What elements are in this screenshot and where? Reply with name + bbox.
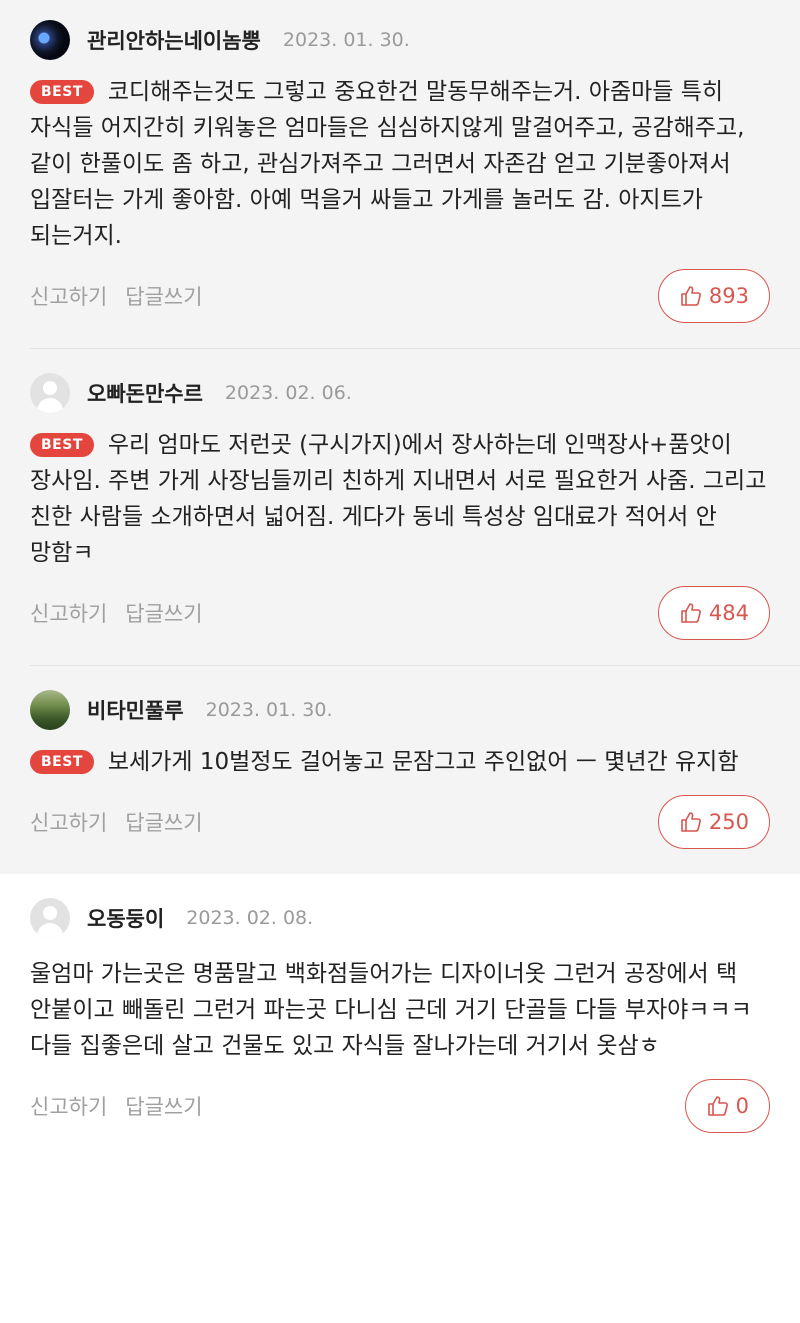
- comment-item: 오동둥이 2023. 02. 08. 울엄마 가는곳은 명품말고 백화점들어가는…: [0, 874, 800, 1158]
- like-button[interactable]: 484: [657, 586, 770, 640]
- thumbs-up-icon: [681, 603, 701, 623]
- comment-list: 관리안하는네이놈뿡 2023. 01. 30. BEST 코디해주는것도 그렇고 …: [0, 0, 800, 1158]
- nickname[interactable]: 관리안하는네이놈뿡: [87, 25, 261, 55]
- like-button[interactable]: 0: [684, 1079, 770, 1133]
- best-comments-section: 관리안하는네이놈뿡 2023. 01. 30. BEST 코디해주는것도 그렇고 …: [0, 0, 800, 874]
- best-badge: BEST: [30, 80, 94, 104]
- comment-item: 비타민풀루 2023. 01. 30. BEST 보세가게 10벌정도 걸어놓고 …: [0, 665, 800, 874]
- comment-date: 2023. 01. 30.: [205, 699, 333, 721]
- comment-date: 2023. 02. 08.: [186, 907, 314, 929]
- avatar[interactable]: [30, 20, 70, 60]
- best-badge: BEST: [30, 750, 94, 774]
- avatar[interactable]: [30, 898, 70, 938]
- report-button[interactable]: 신고하기: [30, 1091, 107, 1121]
- comment-item: 오빠돈만수르 2023. 02. 06. BEST 우리 엄마도 저런곳 (구시가…: [0, 348, 800, 665]
- reply-button[interactable]: 답글쓰기: [125, 1091, 202, 1121]
- avatar[interactable]: [30, 690, 70, 730]
- best-badge: BEST: [30, 433, 94, 457]
- nickname[interactable]: 오빠돈만수르: [87, 378, 203, 408]
- comment-date: 2023. 01. 30.: [282, 29, 410, 51]
- report-button[interactable]: 신고하기: [30, 281, 107, 311]
- nickname[interactable]: 비타민풀루: [87, 695, 184, 725]
- comment-date: 2023. 02. 06.: [224, 382, 352, 404]
- like-button[interactable]: 250: [657, 795, 770, 849]
- comment-body: BEST 우리 엄마도 저런곳 (구시가지)에서 장사하는데 인맥장사+품앗이 장…: [30, 427, 770, 571]
- like-count: 250: [708, 810, 749, 834]
- nickname[interactable]: 오동둥이: [87, 903, 164, 933]
- like-button[interactable]: 893: [657, 269, 770, 323]
- like-count: 484: [708, 601, 749, 625]
- thumbs-up-icon: [681, 286, 701, 306]
- like-count: 0: [735, 1094, 749, 1118]
- like-count: 893: [708, 284, 749, 308]
- thumbs-up-icon: [707, 1096, 728, 1116]
- reply-button[interactable]: 답글쓰기: [125, 598, 202, 628]
- comment-body: BEST 코디해주는것도 그렇고 중요한건 말동무해주는거. 아줌마들 특히 자식…: [30, 74, 770, 254]
- report-button[interactable]: 신고하기: [30, 598, 107, 628]
- thumbs-up-icon: [681, 812, 701, 832]
- comment-item: 관리안하는네이놈뿡 2023. 01. 30. BEST 코디해주는것도 그렇고 …: [0, 0, 800, 348]
- reply-button[interactable]: 답글쓰기: [125, 281, 202, 311]
- comment-text: 우리 엄마도 저런곳 (구시가지)에서 장사하는데 인맥장사+품앗이 장사임. …: [30, 432, 767, 566]
- comments-section: 오동둥이 2023. 02. 08. 울엄마 가는곳은 명품말고 백화점들어가는…: [0, 874, 800, 1158]
- reply-button[interactable]: 답글쓰기: [125, 807, 202, 837]
- avatar[interactable]: [30, 373, 70, 413]
- comment-text: 코디해주는것도 그렇고 중요한건 말동무해주는거. 아줌마들 특히 자식들 어지…: [30, 79, 745, 249]
- comment-body: BEST 보세가게 10벌정도 걸어놓고 문잠그고 주인없어 ㅡ 몇년간 유지함: [30, 744, 770, 780]
- report-button[interactable]: 신고하기: [30, 807, 107, 837]
- comment-text: 울엄마 가는곳은 명품말고 백화점들어가는 디자이너옷 그런거 공장에서 택 안…: [30, 961, 752, 1059]
- comment-text: 보세가게 10벌정도 걸어놓고 문잠그고 주인없어 ㅡ 몇년간 유지함: [107, 749, 739, 775]
